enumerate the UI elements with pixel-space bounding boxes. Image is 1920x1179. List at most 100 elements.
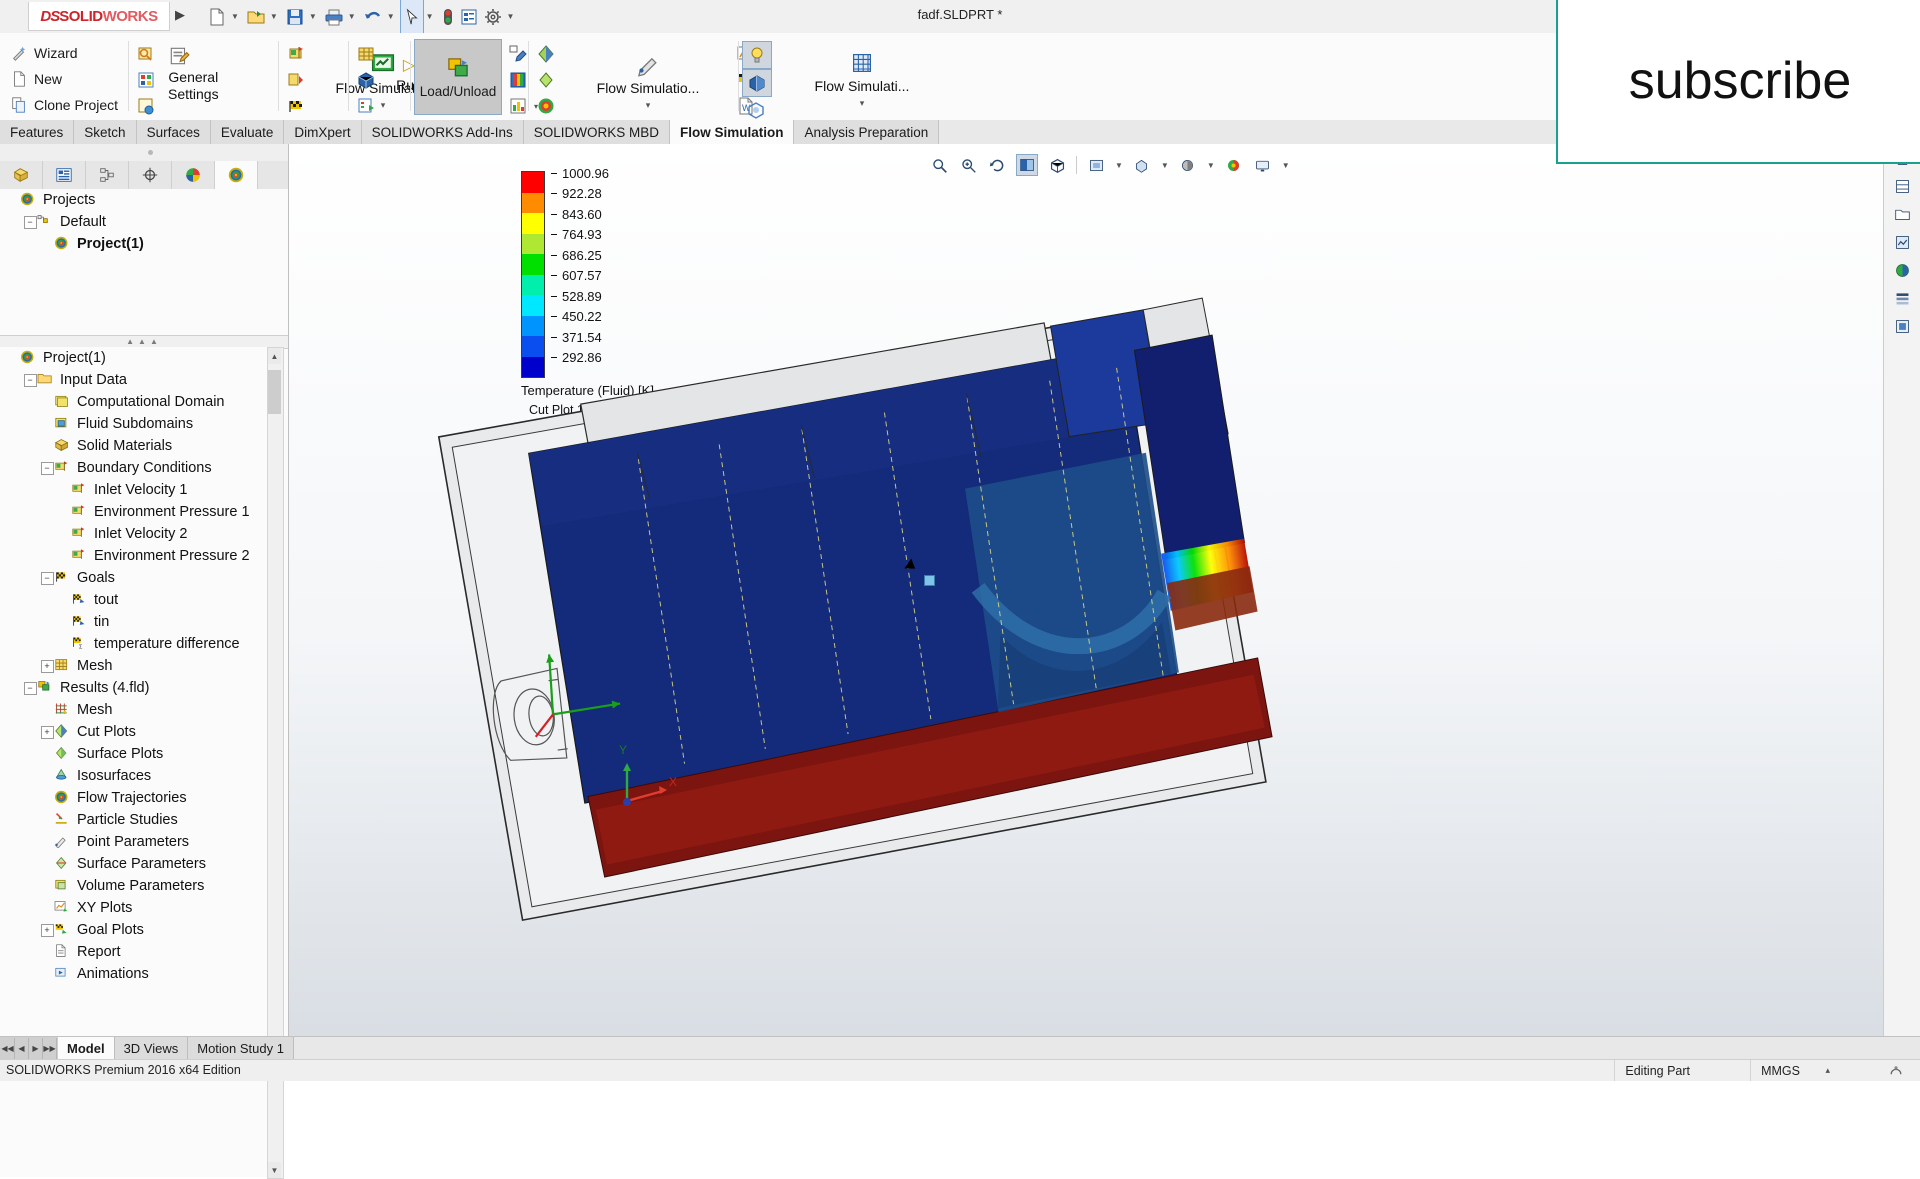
- select-tool-button[interactable]: [399, 0, 424, 35]
- bottom-tab-motion-study[interactable]: Motion Study 1: [188, 1037, 294, 1060]
- next-tab-icon[interactable]: ▶: [29, 1038, 43, 1059]
- tree-item[interactable]: Fluid Subdomains: [0, 413, 270, 435]
- flow-results-caret-icon[interactable]: ▾: [568, 100, 728, 111]
- boundary-conditions-button[interactable]: [282, 41, 310, 67]
- settings-caret-icon[interactable]: ▼: [507, 12, 515, 21]
- tree-item[interactable]: Mesh: [0, 699, 270, 721]
- options-list-button[interactable]: [457, 0, 481, 33]
- custom-icon[interactable]: [1884, 312, 1920, 340]
- tab-solidworks-add-ins[interactable]: SOLIDWORKS Add-Ins: [361, 120, 524, 144]
- tree-item[interactable]: − Goals: [0, 567, 270, 589]
- first-tab-icon[interactable]: ◀◀: [1, 1038, 15, 1059]
- tree-item[interactable]: XY Plots: [0, 897, 270, 919]
- tab-sketch[interactable]: Sketch: [74, 120, 137, 144]
- tree-item[interactable]: Report: [0, 941, 270, 963]
- insert-goal-button[interactable]: [282, 67, 310, 93]
- status-units-caret-icon[interactable]: ▴: [1815, 1060, 1840, 1081]
- tree-item[interactable]: Animations: [0, 963, 270, 985]
- sidebar-item-configuration-manager[interactable]: [86, 161, 129, 189]
- menu-expand-arrow-icon[interactable]: ▶: [175, 7, 185, 23]
- expand-toggle-icon[interactable]: +: [40, 725, 54, 739]
- tree-item[interactable]: Inlet Velocity 1: [0, 479, 270, 501]
- tree-item[interactable]: − Default: [0, 211, 288, 233]
- tree-item[interactable]: − Input Data: [0, 369, 270, 391]
- tree-item[interactable]: + Cut Plots: [0, 721, 270, 743]
- flow-simulation-results-label[interactable]: Flow Simulatio...: [568, 80, 728, 96]
- open-folder-icon[interactable]: [1884, 200, 1920, 228]
- tab-dimxpert[interactable]: DimXpert: [284, 120, 362, 144]
- tree-item[interactable]: Surface Parameters: [0, 853, 270, 875]
- general-settings-label[interactable]: General Settings: [168, 69, 219, 102]
- print-document-caret-icon[interactable]: ▼: [348, 12, 356, 21]
- engineering-database-button[interactable]: [132, 93, 160, 119]
- surface-plot-button[interactable]: [532, 67, 560, 93]
- solver-control-button[interactable]: [352, 93, 380, 119]
- collapse-toggle-icon[interactable]: −: [23, 681, 37, 695]
- tab-surfaces[interactable]: Surfaces: [136, 120, 211, 144]
- tree-item[interactable]: Flow Trajectories: [0, 787, 270, 809]
- collapse-toggle-icon[interactable]: −: [40, 461, 54, 475]
- scroll-down-icon[interactable]: ▼: [268, 1162, 281, 1178]
- model-geometry[interactable]: [289, 144, 1920, 1036]
- bottom-tab-3d-views[interactable]: 3D Views: [114, 1037, 189, 1060]
- collapse-toggle-icon[interactable]: −: [23, 215, 37, 229]
- save-document-caret-icon[interactable]: ▼: [309, 12, 317, 21]
- tab-evaluate[interactable]: Evaluate: [210, 120, 285, 144]
- tree-item[interactable]: tout: [0, 589, 270, 611]
- new-document-caret-icon[interactable]: ▼: [231, 12, 239, 21]
- last-tab-icon[interactable]: ▶▶: [43, 1038, 57, 1059]
- tree-display-icon[interactable]: [1884, 172, 1920, 200]
- cut-plot-model[interactable]: Y X: [289, 144, 1920, 1036]
- tab-solidworks-mbd[interactable]: SOLIDWORKS MBD: [523, 120, 670, 144]
- sidebar-item-property-manager[interactable]: [43, 161, 86, 189]
- collapse-toggle-icon[interactable]: −: [23, 373, 37, 387]
- open-document-button[interactable]: [244, 0, 268, 33]
- tree-item[interactable]: Inlet Velocity 2: [0, 523, 270, 545]
- panel-pin-handle[interactable]: [0, 144, 288, 162]
- tree-item[interactable]: Projects: [0, 189, 288, 211]
- collapse-toggle-icon[interactable]: −: [40, 571, 54, 585]
- tab-flow-simulation[interactable]: Flow Simulation: [669, 120, 795, 144]
- tree-item[interactable]: Surface Plots: [0, 743, 270, 765]
- sidebar-item-feature-manager[interactable]: [0, 161, 43, 189]
- section-display-button[interactable]: [742, 69, 772, 97]
- flow-trajectories-button[interactable]: [532, 93, 560, 119]
- clone-project-button[interactable]: Clone Project: [6, 92, 122, 118]
- open-document-caret-icon[interactable]: ▼: [270, 12, 278, 21]
- computational-domain-button[interactable]: [132, 41, 160, 67]
- tree-item[interactable]: Project(1): [0, 233, 288, 255]
- sidebar-item-dimxpert-manager[interactable]: [129, 161, 172, 189]
- create-mesh-button[interactable]: [352, 41, 380, 67]
- tree-item[interactable]: Volume Parameters: [0, 875, 270, 897]
- tree-item[interactable]: Solid Materials: [0, 435, 270, 457]
- scrollbar-thumb[interactable]: [268, 370, 281, 414]
- sidebar-item-display-manager[interactable]: [172, 161, 215, 189]
- tree-item[interactable]: Isosurfaces: [0, 765, 270, 787]
- scroll-up-icon[interactable]: ▲: [268, 348, 281, 364]
- lightbulb-display-button[interactable]: [742, 41, 772, 69]
- tree-item[interactable]: − Boundary Conditions: [0, 457, 270, 479]
- decals-icon[interactable]: [1884, 284, 1920, 312]
- tab-analysis-preparation[interactable]: Analysis Preparation: [794, 120, 940, 144]
- flow-display-caret-icon[interactable]: ▾: [782, 98, 942, 109]
- goals-flag-button[interactable]: [282, 93, 310, 119]
- cut-plot-button[interactable]: [532, 41, 560, 67]
- tree-item[interactable]: Computational Domain: [0, 391, 270, 413]
- scenes-icon[interactable]: [1884, 256, 1920, 284]
- bottom-tab-model[interactable]: Model: [58, 1037, 115, 1060]
- expand-toggle-icon[interactable]: +: [40, 923, 54, 937]
- prev-tab-icon[interactable]: ◀: [15, 1038, 29, 1059]
- select-tool-caret-icon[interactable]: ▼: [426, 12, 434, 21]
- tree-item[interactable]: Particle Studies: [0, 809, 270, 831]
- expand-toggle-icon[interactable]: +: [40, 659, 54, 673]
- tree-item[interactable]: − Results (4.fld): [0, 677, 270, 699]
- tree-item[interactable]: tin: [0, 611, 270, 633]
- tree-item[interactable]: Environment Pressure 2: [0, 545, 270, 567]
- tree-item[interactable]: + Goal Plots: [0, 919, 270, 941]
- new-project-button[interactable]: New: [6, 66, 122, 92]
- tree-item[interactable]: Σtemperature difference: [0, 633, 270, 655]
- load-unload-button[interactable]: Load/Unload: [414, 39, 502, 115]
- appearances-icon[interactable]: [1884, 228, 1920, 256]
- rebuild-status-icon[interactable]: [1878, 1060, 1914, 1081]
- undo-button[interactable]: [361, 0, 385, 33]
